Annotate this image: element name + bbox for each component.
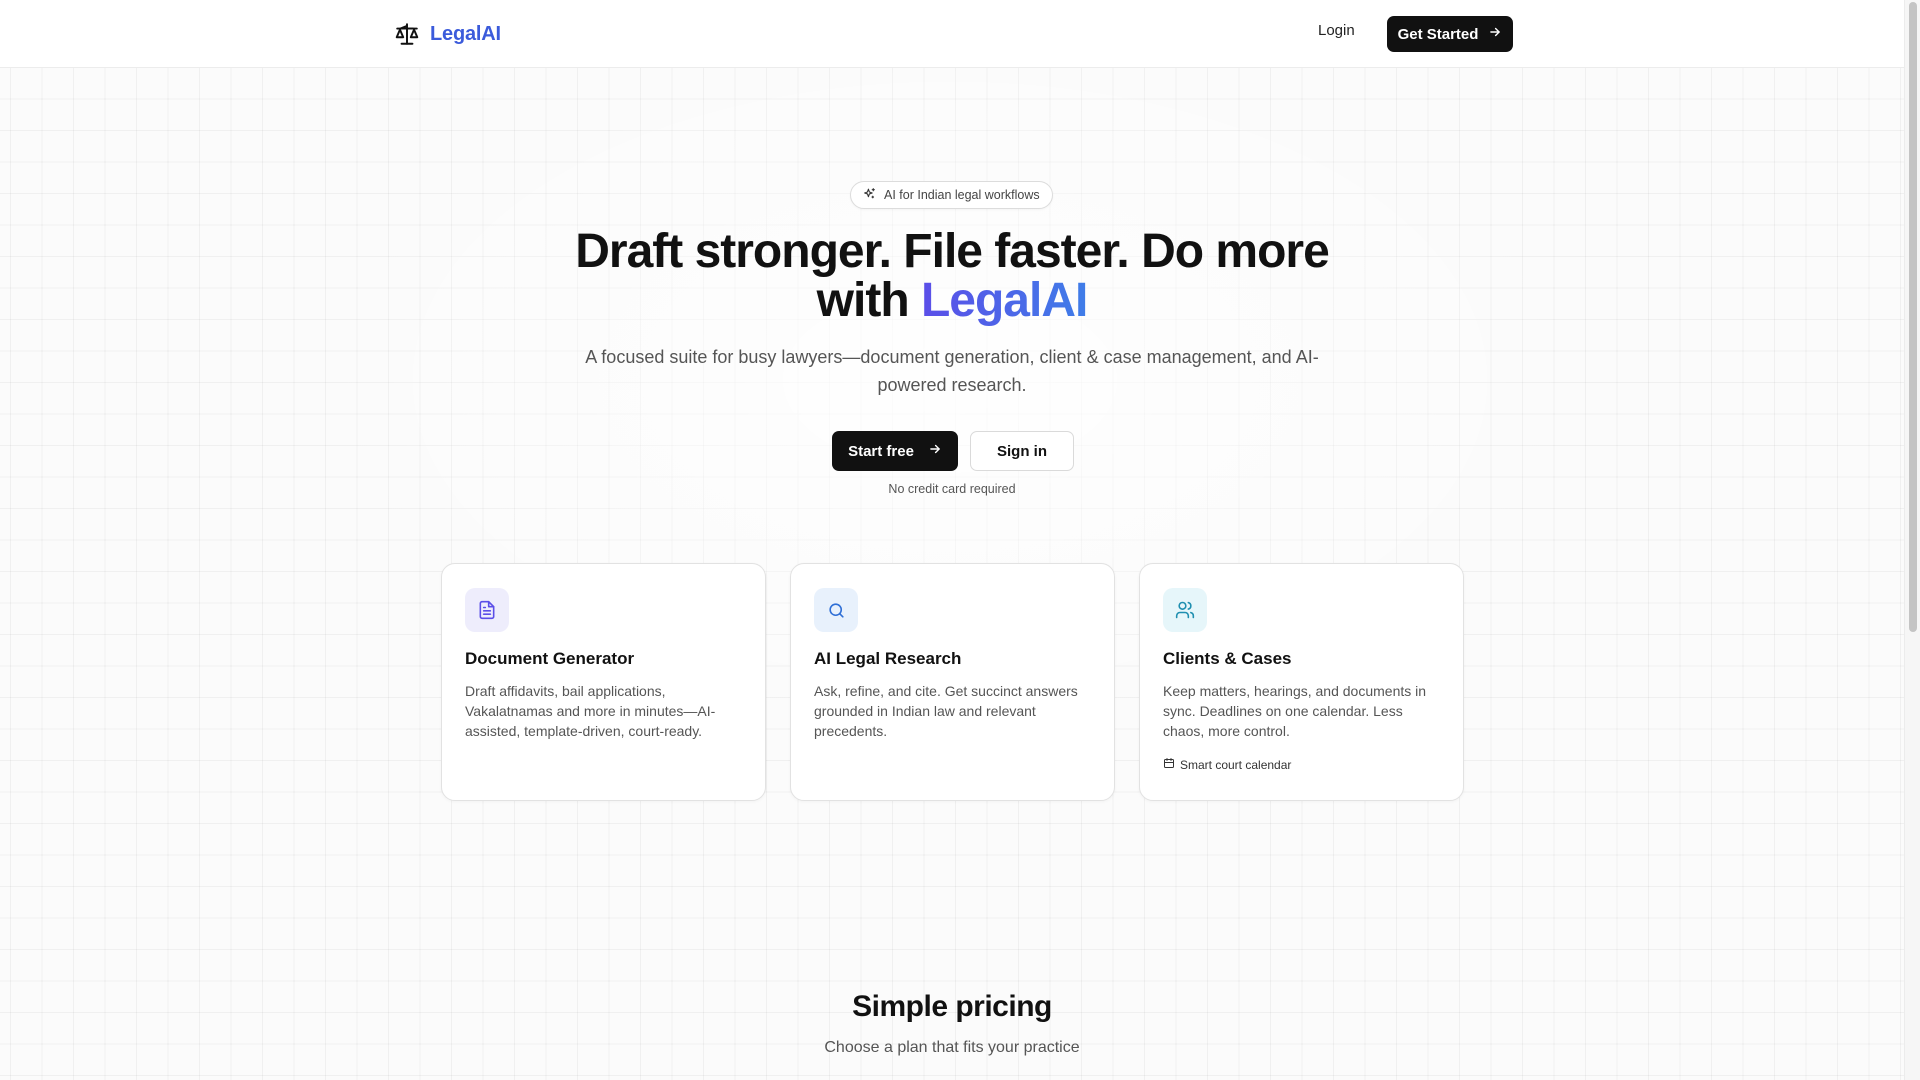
page-scrollbar[interactable] [1904, 0, 1920, 1080]
headline-accent: LegalAI [920, 274, 1088, 327]
start-free-label: Start free [848, 442, 914, 460]
pricing-subtitle: Choose a plan that fits your practice [824, 1039, 1080, 1056]
arrow-right-icon [928, 442, 942, 460]
brand-name: LegalAI [430, 22, 501, 45]
card-title: AI Legal Research [814, 649, 962, 668]
document-icon [465, 588, 509, 632]
feature-card-document-generator[interactable]: Document Generator Draft affidavits, bai… [441, 563, 766, 801]
hero-headline: Draft stronger. File faster. Do more wit… [552, 227, 1352, 325]
search-icon [814, 588, 858, 632]
card-title: Document Generator [465, 649, 635, 668]
arrow-right-icon [1488, 25, 1502, 43]
card-description: Keep matters, hearings, and documents in… [1163, 683, 1427, 739]
sparkles-icon [863, 187, 876, 203]
users-icon [1163, 588, 1207, 632]
no-credit-card-note: No credit card required [888, 482, 1016, 496]
badge-text: AI for Indian legal workflows [884, 188, 1040, 202]
card-description: Draft affidavits, bail applications, Vak… [465, 683, 716, 739]
start-free-button[interactable]: Start free [832, 431, 958, 471]
feature-card-ai-legal-research[interactable]: AI Legal Research Ask, refine, and cite.… [790, 563, 1115, 801]
calendar-icon [1163, 757, 1175, 772]
top-nav: LegalAI Login Get Started [0, 0, 1904, 68]
cta-row: Start free Sign in [832, 431, 1074, 471]
smart-calendar-label: Smart court calendar [1180, 757, 1292, 772]
card-title: Clients & Cases [1163, 649, 1292, 668]
smart-calendar-tag: Smart court calendar [1163, 757, 1291, 772]
feature-card-clients-cases[interactable]: Clients & Cases Keep matters, hearings, … [1139, 563, 1464, 801]
sign-in-button[interactable]: Sign in [970, 431, 1074, 471]
get-started-button[interactable]: Get Started [1387, 16, 1513, 52]
card-description: Ask, refine, and cite. Get succinct answ… [814, 683, 1078, 739]
hero-subtitle: A focused suite for busy lawyers—documen… [585, 347, 1319, 395]
landing-page: LegalAI Login Get Started AI for Indian … [0, 0, 1920, 1080]
get-started-label: Get Started [1397, 25, 1479, 43]
scrollbar-thumb[interactable] [1909, 2, 1917, 632]
hero-badge: AI for Indian legal workflows [850, 181, 1053, 209]
scales-icon [393, 20, 421, 48]
login-link[interactable]: Login [1318, 22, 1355, 39]
hero-section: AI for Indian legal workflows Draft stro… [0, 0, 1904, 1080]
pricing-title: Simple pricing [852, 990, 1052, 1023]
brand-logo[interactable]: LegalAI [393, 20, 501, 48]
